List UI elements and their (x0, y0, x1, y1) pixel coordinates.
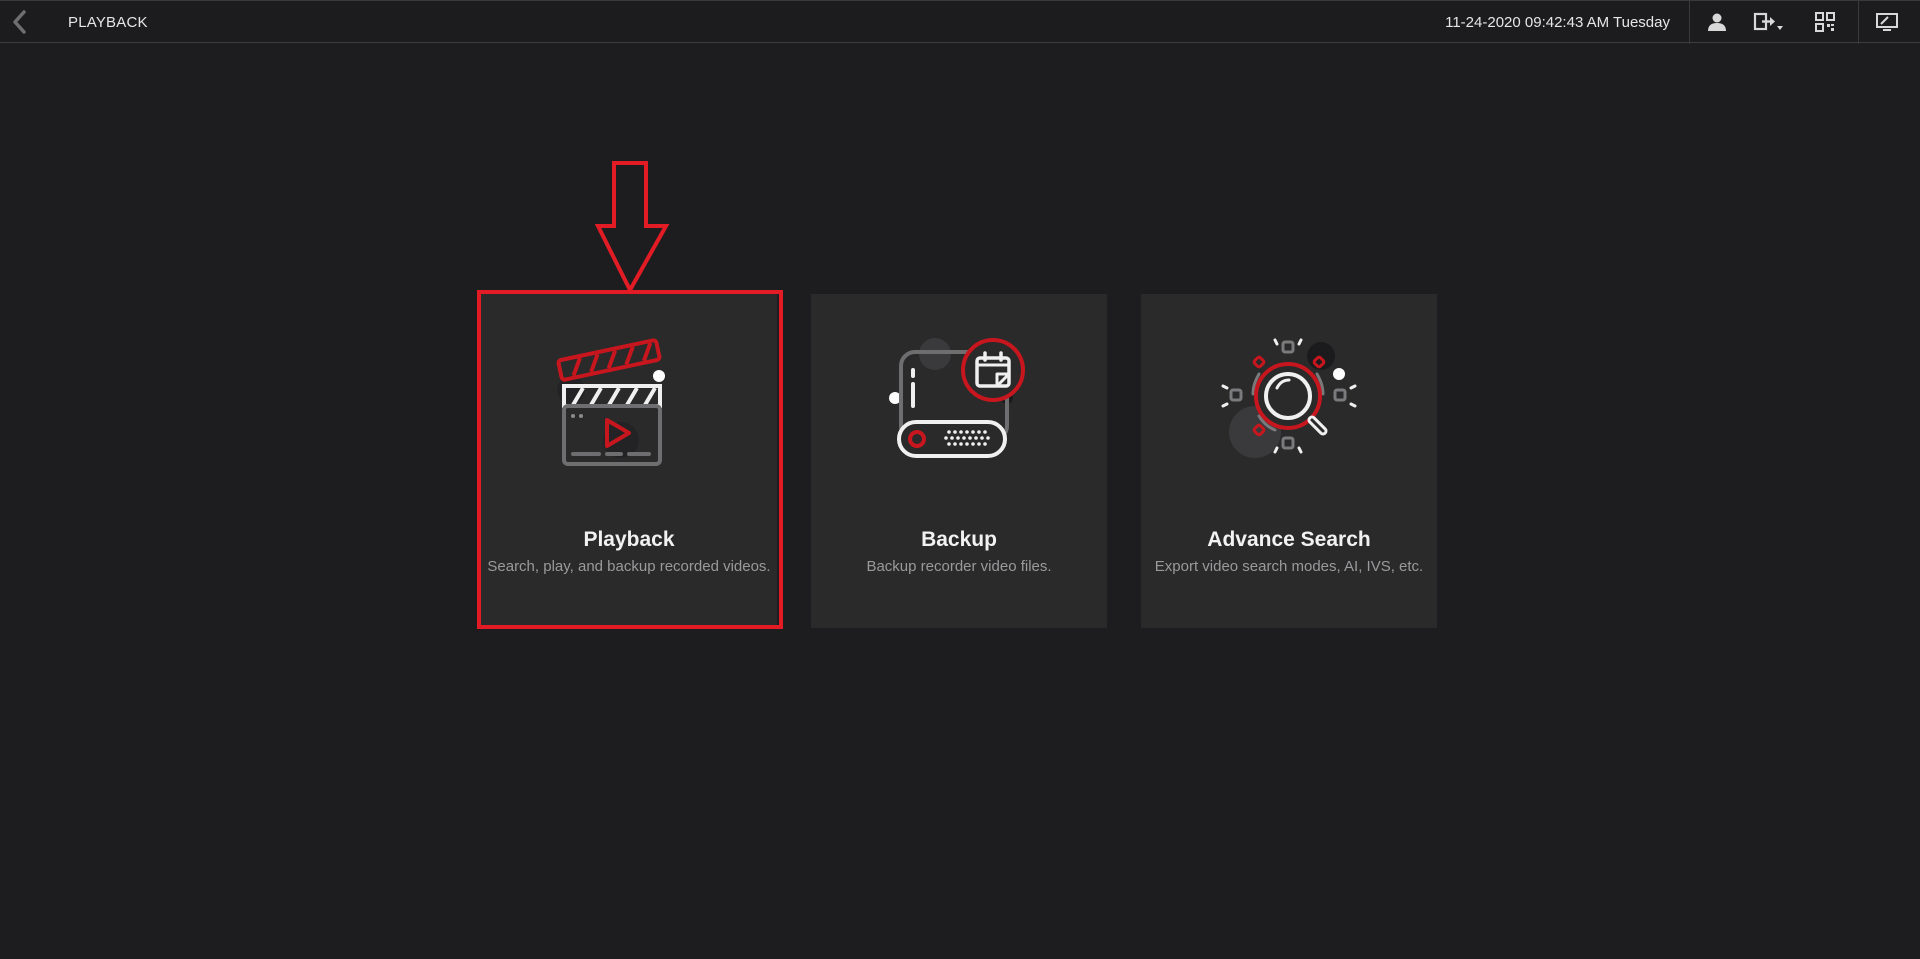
datetime-display: 11-24-2020 09:42:43 AM Tuesday (1445, 14, 1670, 31)
card-title: Advance Search (1207, 528, 1371, 551)
card-title: Backup (921, 528, 997, 551)
display-icon[interactable] (1875, 11, 1899, 33)
user-icon[interactable] (1705, 11, 1729, 33)
card-description: Export video search modes, AI, IVS, etc. (1154, 558, 1424, 575)
logout-icon[interactable] (1752, 11, 1786, 33)
backup-card[interactable]: Backup Backup recorder video files. (811, 294, 1107, 628)
playback-card[interactable]: Playback Search, play, and backup record… (481, 294, 777, 628)
card-description: Search, play, and backup recorded videos… (487, 558, 771, 575)
back-chevron-icon[interactable] (8, 9, 32, 35)
page-title: PLAYBACK (68, 14, 148, 31)
qr-code-icon[interactable] (1813, 11, 1837, 33)
clapperboard-icon (549, 330, 709, 480)
advance-search-card[interactable]: Advance Search Export video search modes… (1141, 294, 1437, 628)
card-title: Playback (583, 528, 675, 551)
magnifier-icon (1209, 330, 1369, 480)
annotation-arrow (594, 160, 670, 295)
divider (1858, 1, 1859, 44)
divider (1689, 1, 1690, 44)
card-description: Backup recorder video files. (866, 558, 1052, 575)
top-bar: PLAYBACK 11-24-2020 09:42:43 AM Tuesday (0, 0, 1920, 44)
recorder-calendar-icon (879, 330, 1039, 480)
